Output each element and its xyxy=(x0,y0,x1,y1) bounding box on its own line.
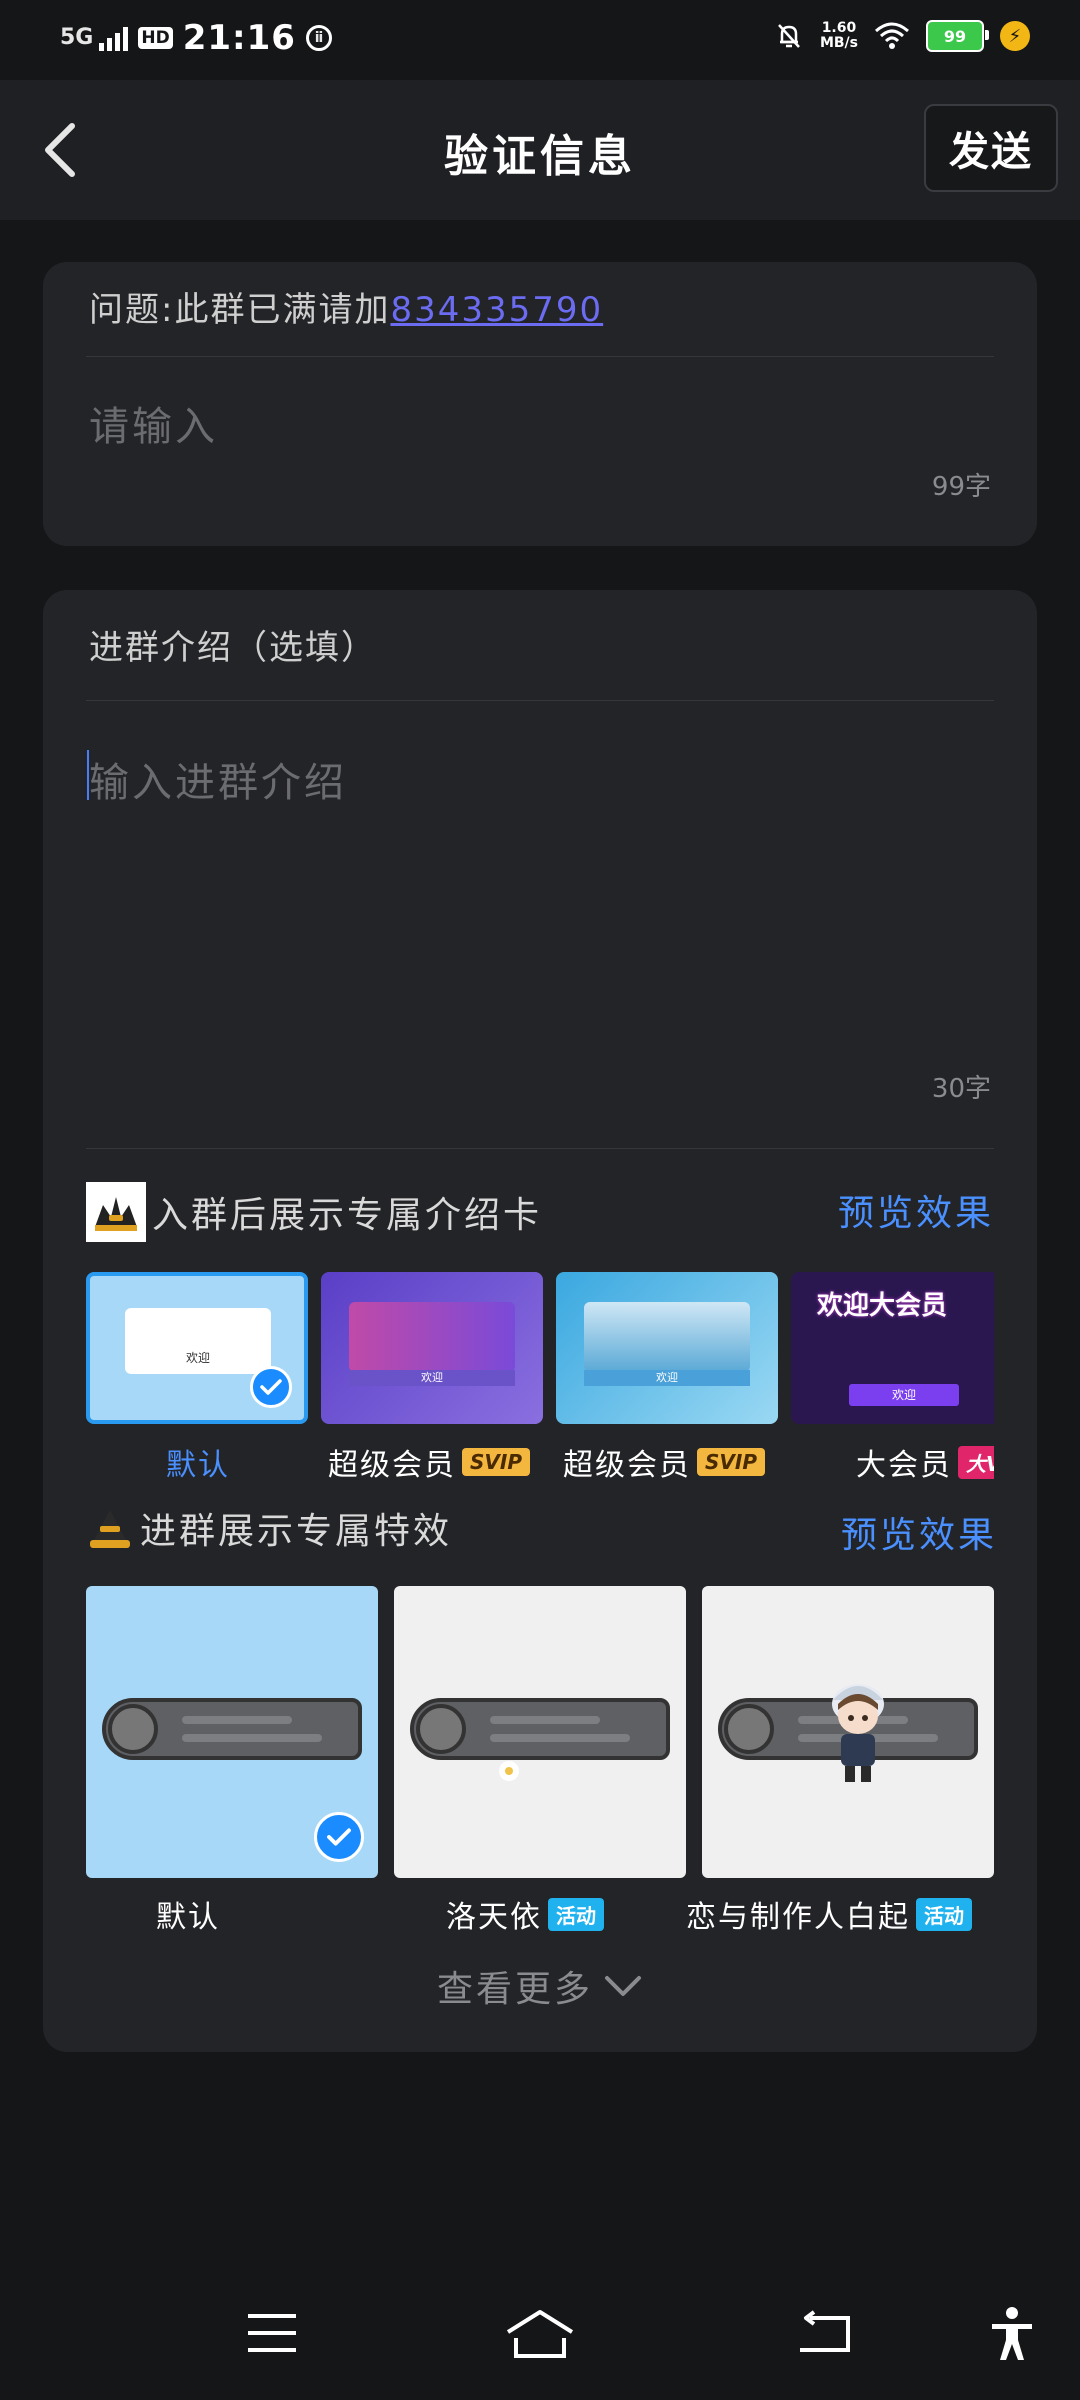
activity-badge: 活动 xyxy=(548,1897,604,1931)
vip-badge: 大VIP xyxy=(958,1445,994,1479)
effects-list xyxy=(86,1586,994,1886)
avatar xyxy=(108,1704,158,1754)
effect-luo-tianyi[interactable] xyxy=(394,1586,686,1878)
intro-card-title-text: 入群后展示专属介绍卡 xyxy=(152,1195,543,1236)
send-button[interactable]: 发送 xyxy=(924,104,1058,192)
avatar xyxy=(416,1704,466,1754)
mute-bell-icon xyxy=(778,24,800,48)
data-saver-icon: ⅱ xyxy=(305,25,332,51)
activity-badge: 活动 xyxy=(916,1897,972,1931)
intro-card-title: 入群后展示专属介绍卡 xyxy=(86,1182,542,1242)
view-more-button[interactable]: 查看更多 xyxy=(43,1960,1037,2012)
intro-card-label: 默认 xyxy=(166,1448,230,1483)
crown-icon xyxy=(90,1510,130,1548)
view-more-label: 查看更多 xyxy=(436,1969,593,2010)
intro-card-label: 超级会员 SVIP xyxy=(328,1440,530,1484)
intro-card-svip-1[interactable]: 欢迎 xyxy=(321,1272,543,1424)
network-type: 5G xyxy=(60,25,94,50)
svip-badge: SVIP xyxy=(462,1448,530,1476)
divider xyxy=(86,700,994,701)
effect-banner xyxy=(102,1698,362,1760)
selected-check-icon xyxy=(250,1366,292,1408)
intro-card: 进群介绍（选填） 输入进群介绍 30字 入群后展示专属介绍卡 预览效果 欢迎 欢… xyxy=(43,590,1037,2052)
wifi-icon xyxy=(875,22,909,49)
status-bar: 5G HD 21:16 ⅱ 1.60 MB/s 99 ⚡ xyxy=(0,0,1080,80)
page-title: 验证信息 xyxy=(444,131,636,182)
battery-level: 99 xyxy=(943,26,967,46)
system-nav-bar xyxy=(0,2280,1080,2400)
effects-title: 进群展示专属特效 xyxy=(86,1502,452,1554)
effect-label: 默认 xyxy=(156,1900,220,1935)
top-bar: 验证信息 发送 xyxy=(0,80,1080,220)
effect-default[interactable] xyxy=(86,1586,378,1878)
group-number-link[interactable]: 834335790 xyxy=(390,290,603,330)
card-artwork xyxy=(349,1302,515,1372)
status-time: 21:16 xyxy=(182,18,296,58)
svip-badge: SVIP xyxy=(697,1448,765,1476)
signal-icon xyxy=(99,25,129,51)
answer-input[interactable]: 请输入 xyxy=(89,394,218,452)
intro-card-big-vip[interactable]: 欢迎大会员 欢迎 xyxy=(791,1272,994,1424)
chevron-down-icon xyxy=(605,1976,641,1996)
chibi-character-icon xyxy=(832,1684,884,1782)
intro-card-preview-link[interactable]: 预览效果 xyxy=(838,1184,994,1236)
card-preview-text: 欢迎大会员 xyxy=(817,1291,948,1321)
effect-label: 洛天依 活动 xyxy=(446,1892,604,1936)
flower-icon xyxy=(499,1761,519,1781)
answer-char-count: 99字 xyxy=(931,472,991,502)
selected-check-icon xyxy=(314,1812,364,1862)
effects-labels: 默认 洛天依 活动 恋与制作人白起 活动 xyxy=(86,1892,994,1942)
intro-card-list: 欢迎 欢迎 欢迎 欢迎大会员 欢迎 xyxy=(86,1272,994,1432)
intro-input[interactable]: 输入进群介绍 xyxy=(89,750,347,808)
intro-card-svip-2[interactable]: 欢迎 xyxy=(556,1272,778,1424)
card-preview-text: 欢迎 xyxy=(185,1351,210,1365)
question-card: 问题:此群已满请加834335790 请输入 99字 xyxy=(43,262,1037,546)
back-icon[interactable] xyxy=(796,2310,852,2356)
intro-card-default[interactable]: 欢迎 xyxy=(86,1272,308,1424)
intro-char-count: 30字 xyxy=(931,1074,991,1104)
charging-icon: ⚡ xyxy=(1000,21,1030,51)
intro-card-label: 大会员大VIP xyxy=(856,1440,994,1484)
effect-label: 恋与制作人白起 活动 xyxy=(686,1892,972,1936)
menu-icon[interactable] xyxy=(244,2310,300,2356)
crown-logo-icon xyxy=(86,1182,146,1242)
card-preview: 欢迎 xyxy=(125,1308,271,1374)
hd-badge: HD xyxy=(138,27,173,49)
avatar xyxy=(724,1704,774,1754)
card-preview-text: 欢迎 xyxy=(584,1370,750,1386)
effects-preview-link[interactable]: 预览效果 xyxy=(841,1506,997,1558)
battery-icon: 99 xyxy=(926,20,989,52)
accessibility-icon[interactable] xyxy=(988,2306,1036,2362)
effect-banner xyxy=(410,1698,670,1760)
divider xyxy=(86,1148,994,1149)
question-text: 问题:此群已满请加834335790 xyxy=(89,282,603,331)
intro-card-label: 超级会员 SVIP xyxy=(563,1440,765,1484)
intro-card-labels: 默认 超级会员SVIP 超级会员SVIP 大会员大VIP xyxy=(86,1440,994,1490)
effect-bai-qi[interactable] xyxy=(702,1586,994,1878)
divider xyxy=(86,356,994,357)
card-artwork xyxy=(584,1302,750,1372)
network-speed: 1.60 MB/s xyxy=(819,20,858,51)
question-prefix: 问题:此群已满请加 xyxy=(89,290,391,330)
card-preview-button: 欢迎 xyxy=(849,1384,959,1406)
home-icon[interactable] xyxy=(504,2308,576,2360)
intro-label: 进群介绍（选填） xyxy=(89,628,377,668)
effects-title-text: 进群展示专属特效 xyxy=(140,1511,453,1552)
card-preview-text: 欢迎 xyxy=(349,1370,515,1386)
